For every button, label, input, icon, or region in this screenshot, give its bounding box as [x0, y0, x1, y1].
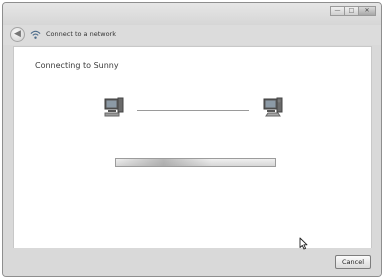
- computer-icon: [104, 97, 124, 117]
- content-pane: Connecting to Sunny: [13, 46, 372, 250]
- back-button[interactable]: ◀: [10, 27, 25, 42]
- network-computer-icon: [263, 97, 283, 117]
- caption-buttons: — □ ✕: [330, 6, 376, 16]
- progress-indicator: [116, 159, 275, 166]
- cancel-button[interactable]: Cancel: [335, 255, 371, 269]
- minimize-button[interactable]: —: [330, 6, 345, 16]
- connection-line: [137, 110, 249, 111]
- network-icon: [30, 30, 41, 39]
- maximize-button[interactable]: □: [344, 6, 359, 16]
- close-button[interactable]: ✕: [358, 6, 376, 16]
- connection-progress-bar: [115, 158, 276, 167]
- window-title: Connect to a network: [46, 30, 116, 38]
- connecting-heading: Connecting to Sunny: [35, 61, 119, 70]
- navigation-bar: ◀ Connect to a network: [3, 25, 381, 45]
- mouse-cursor-icon: [299, 237, 308, 250]
- title-bar: — □ ✕: [3, 3, 381, 25]
- dialog-footer: Cancel: [3, 248, 381, 276]
- connect-to-network-window: — □ ✕ ◀ Connect to a network Connecting …: [2, 2, 382, 277]
